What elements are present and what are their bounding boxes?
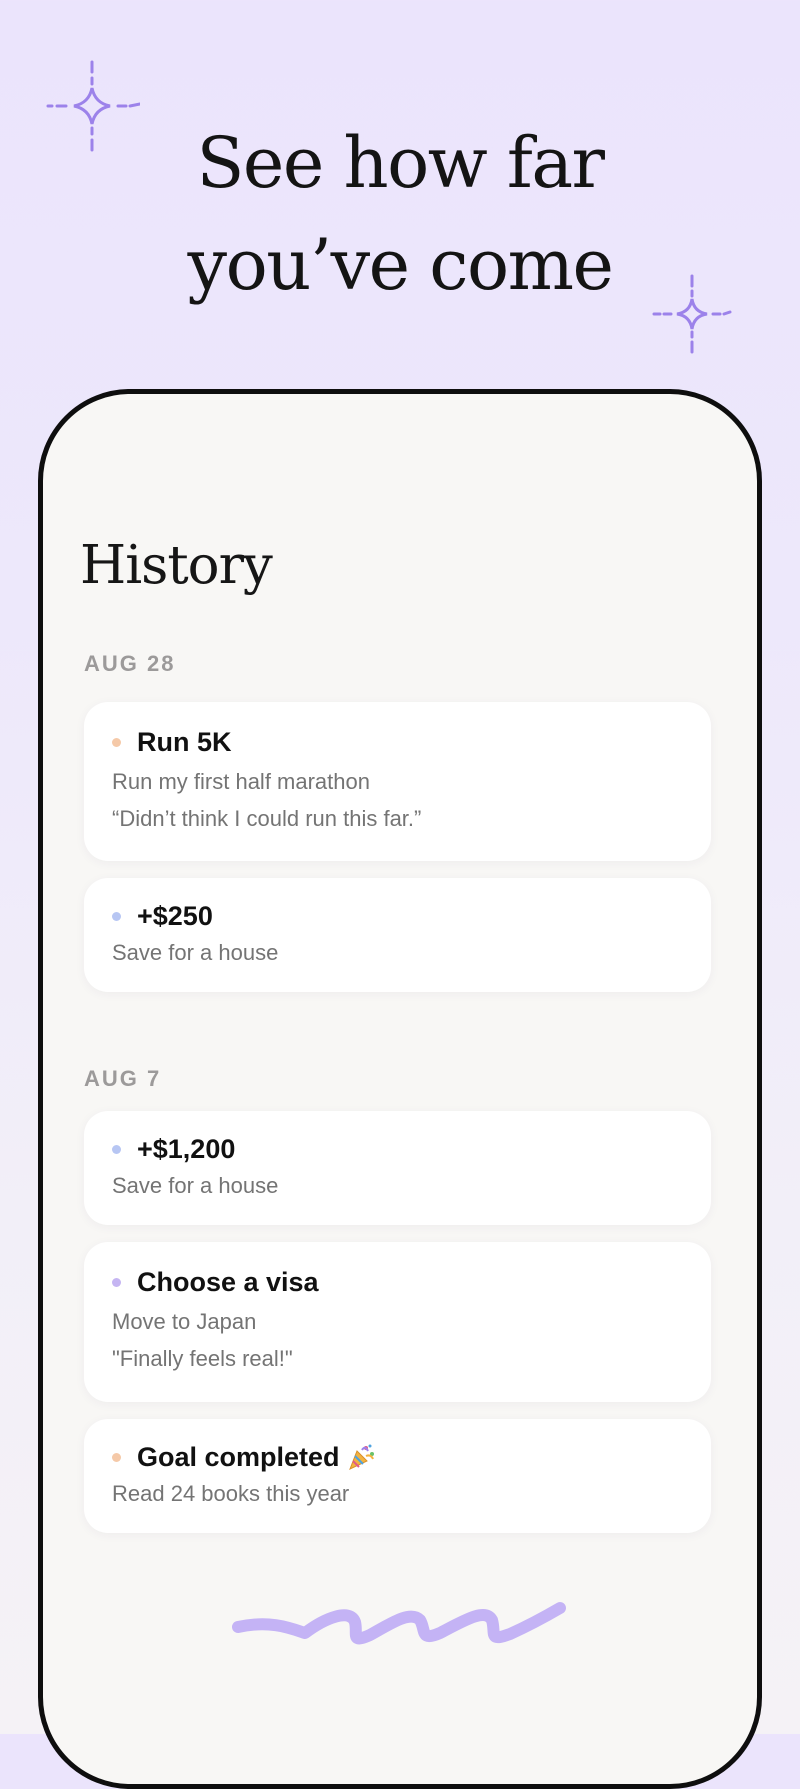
screen-title: History — [80, 535, 273, 596]
item-title: +$250 — [137, 900, 213, 931]
history-item-card[interactable]: +$250 Save for a house — [84, 878, 711, 992]
item-subtitle: Read 24 books this year — [112, 1481, 350, 1506]
status-dot — [112, 1144, 121, 1154]
status-dot — [112, 1452, 121, 1462]
party-popper-icon — [346, 1442, 376, 1472]
item-subtitle: Save for a house — [112, 940, 279, 965]
status-dot — [112, 1277, 121, 1287]
item-title: Goal completed — [137, 1441, 340, 1472]
item-note: "Finally feels real!" — [112, 1346, 293, 1371]
item-subtitle: Move to Japan — [112, 1309, 257, 1334]
squiggle-decoration — [232, 1602, 566, 1645]
item-title: Choose a visa — [137, 1266, 319, 1297]
history-item-card[interactable]: Goal completed Read 24 books this year — [84, 1419, 711, 1533]
date-header: AUG 7 — [84, 1066, 162, 1091]
item-note: “Didn’t think I could run this far.” — [112, 806, 422, 831]
history-item-card[interactable]: Choose a visa Move to Japan "Finally fee… — [84, 1242, 711, 1402]
history-item-card[interactable]: +$1,200 Save for a house — [84, 1111, 711, 1225]
date-header: AUG 28 — [84, 651, 176, 676]
item-title: +$1,200 — [137, 1133, 236, 1164]
history-item-card[interactable]: Run 5K Run my first half marathon “Didn’… — [84, 702, 711, 861]
headline: See how far you’ve come — [0, 112, 800, 316]
item-title: Run 5K — [137, 726, 232, 757]
status-dot — [112, 911, 121, 921]
headline-line-2: you’ve come — [187, 224, 614, 306]
item-subtitle: Run my first half marathon — [112, 769, 370, 794]
headline-line-1: See how far — [196, 122, 605, 204]
status-dot — [112, 737, 121, 747]
item-subtitle: Save for a house — [112, 1173, 279, 1198]
